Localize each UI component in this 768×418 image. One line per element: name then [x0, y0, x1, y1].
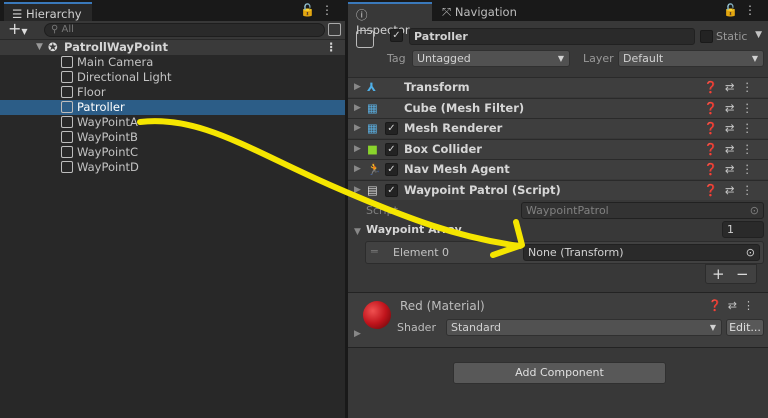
annotation-arrow	[137, 118, 525, 258]
